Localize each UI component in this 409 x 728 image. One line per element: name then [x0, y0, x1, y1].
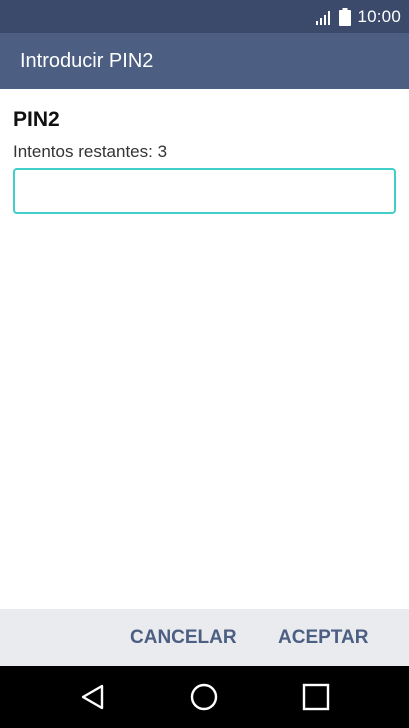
dialog-button-bar: CANCELAR ACEPTAR [0, 609, 409, 666]
accept-button[interactable]: ACEPTAR [278, 609, 368, 666]
pin-heading: PIN2 [13, 108, 60, 131]
pin2-input[interactable] [13, 168, 396, 214]
pin2-screen: 10:00 Introducir PIN2 PIN2 Intentos rest… [0, 0, 409, 728]
back-icon[interactable] [78, 682, 108, 712]
status-time: 10:00 [357, 6, 401, 26]
navigation-bar [0, 666, 409, 728]
signal-icon [315, 9, 333, 25]
app-bar: Introducir PIN2 [0, 33, 409, 89]
attempts-remaining-label: Intentos restantes: 3 [13, 142, 168, 161]
pin-form: PIN2 Intentos restantes: 3 [0, 89, 409, 609]
status-indicators: 10:00 [315, 0, 401, 33]
battery-icon [339, 7, 352, 26]
cancel-button[interactable]: CANCELAR [130, 609, 237, 666]
page-title: Introducir PIN2 [20, 49, 154, 72]
recent-apps-icon[interactable] [301, 682, 331, 712]
status-bar: 10:00 [0, 0, 409, 33]
home-icon[interactable] [189, 682, 219, 712]
